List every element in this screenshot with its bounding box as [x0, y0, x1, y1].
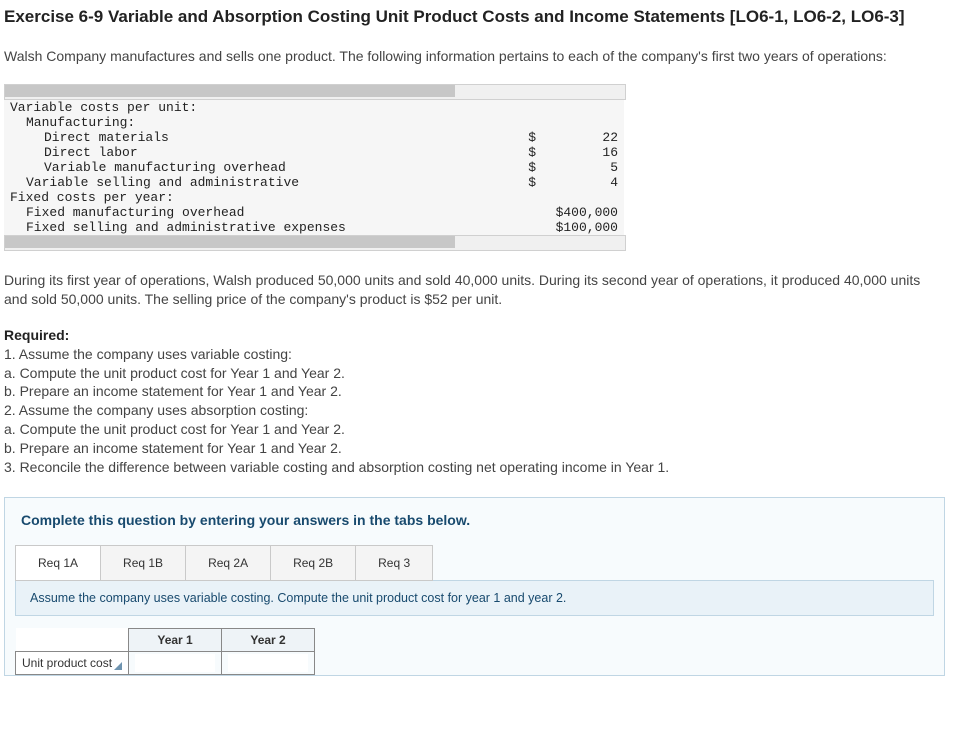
sym-vmo: $ — [510, 160, 542, 175]
sub-instruction: Assume the company uses variable costing… — [15, 580, 934, 616]
val-dm: 22 — [542, 130, 624, 145]
req-1b: b. Prepare an income statement for Year … — [4, 382, 945, 401]
sym-vsa: $ — [510, 175, 542, 190]
req-2b: b. Prepare an income statement for Year … — [4, 439, 945, 458]
label-direct-labor: Direct labor — [4, 145, 510, 160]
cost-box: Variable costs per unit: Manufacturing: … — [4, 84, 945, 251]
answer-panel: Complete this question by entering your … — [4, 497, 945, 676]
col-year-2: Year 2 — [222, 628, 315, 651]
label-fmo: Fixed manufacturing overhead — [4, 205, 510, 220]
scroll-bar-bottom[interactable] — [4, 235, 626, 251]
tab-req-2a[interactable]: Req 2A — [185, 545, 271, 581]
answer-grid: Year 1 Year 2 Unit product cost — [15, 628, 315, 675]
scroll-bar-top[interactable] — [4, 84, 626, 100]
tab-req-2b[interactable]: Req 2B — [270, 545, 356, 581]
sym-dm: $ — [510, 130, 542, 145]
tabs-row: Req 1A Req 1B Req 2A Req 2B Req 3 — [5, 544, 944, 580]
val-vsa: 4 — [542, 175, 624, 190]
label-fsa: Fixed selling and administrative expense… — [4, 220, 510, 235]
tab-req-1a[interactable]: Req 1A — [15, 545, 101, 581]
label-vmo: Variable manufacturing overhead — [4, 160, 510, 175]
heading-manufacturing: Manufacturing: — [4, 115, 624, 130]
sym-dl: $ — [510, 145, 542, 160]
heading-fixed-costs: Fixed costs per year: — [4, 190, 624, 205]
row-unit-product-cost: Unit product cost — [16, 651, 129, 674]
label-vsa: Variable selling and administrative — [4, 175, 510, 190]
exercise-title: Exercise 6-9 Variable and Absorption Cos… — [4, 6, 945, 29]
required-heading: Required: — [4, 327, 945, 343]
expand-icon[interactable] — [114, 662, 122, 670]
intro-paragraph: Walsh Company manufactures and sells one… — [4, 47, 945, 66]
req-2a: a. Compute the unit product cost for Yea… — [4, 420, 945, 439]
tab-req-1b[interactable]: Req 1B — [100, 545, 186, 581]
val-vmo: 5 — [542, 160, 624, 175]
req-2: 2. Assume the company uses absorption co… — [4, 401, 945, 420]
cost-table: Variable costs per unit: Manufacturing: … — [4, 100, 624, 235]
required-list: 1. Assume the company uses variable cost… — [4, 345, 945, 477]
tab-req-3[interactable]: Req 3 — [355, 545, 433, 581]
mid-paragraph: During its first year of operations, Wal… — [4, 271, 945, 309]
answer-instruction: Complete this question by entering your … — [5, 512, 944, 544]
input-year-1[interactable] — [135, 654, 215, 672]
req-1a: a. Compute the unit product cost for Yea… — [4, 364, 945, 383]
val-fmo: $400,000 — [542, 205, 624, 220]
heading-variable-costs: Variable costs per unit: — [4, 100, 624, 115]
req-1: 1. Assume the company uses variable cost… — [4, 345, 945, 364]
label-direct-materials: Direct materials — [4, 130, 510, 145]
val-dl: 16 — [542, 145, 624, 160]
val-fsa: $100,000 — [542, 220, 624, 235]
input-year-2[interactable] — [228, 654, 308, 672]
req-3: 3. Reconcile the difference between vari… — [4, 458, 945, 477]
col-year-1: Year 1 — [129, 628, 222, 651]
